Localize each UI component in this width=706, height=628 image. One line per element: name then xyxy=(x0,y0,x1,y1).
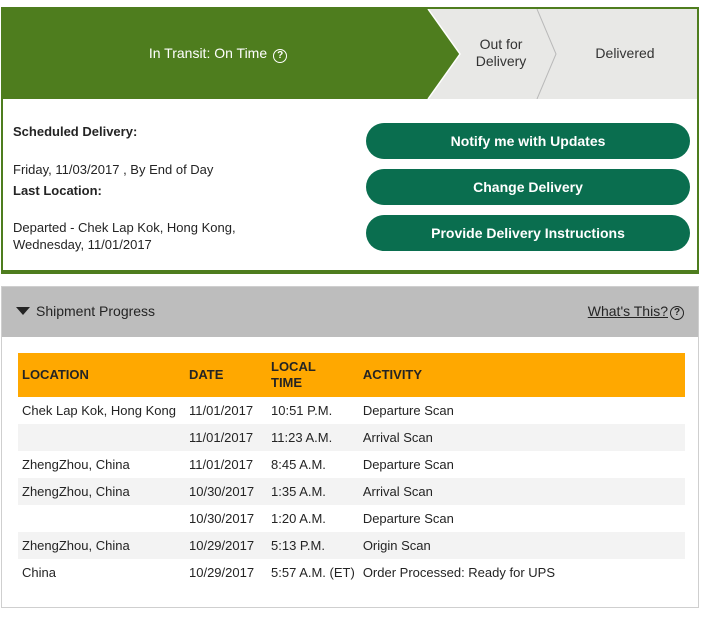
delivery-instructions-button[interactable]: Provide Delivery Instructions xyxy=(366,215,690,251)
table-row: ZhengZhou, China 11/01/2017 8:45 A.M. De… xyxy=(18,451,685,478)
row-date: 10/30/2017 xyxy=(185,478,267,505)
column-local-time-line1: LOCAL xyxy=(271,359,316,374)
row-location: ZhengZhou, China xyxy=(22,457,130,472)
row-date: 10/30/2017 xyxy=(189,511,255,526)
whats-this: What's This?? xyxy=(588,303,684,320)
row-time: 11:23 A.M. xyxy=(267,424,359,451)
row-time: 8:45 A.M. xyxy=(271,457,326,472)
row-location: Chek Lap Kok, Hong Kong xyxy=(22,403,176,418)
table-row: ZhengZhou, China 10/29/2017 5:13 P.M. Or… xyxy=(18,532,685,559)
caret-down-icon xyxy=(16,307,30,315)
step-out-for-delivery: Out for Delivery xyxy=(461,36,541,70)
help-icon[interactable]: ? xyxy=(670,306,684,320)
column-local-time: LOCAL TIME xyxy=(267,353,359,397)
column-local-time-line2: TIME xyxy=(271,375,303,390)
shipment-progress-panel: Shipment Progress What's This?? LOCATION… xyxy=(1,286,699,608)
step-out-line2: Delivery xyxy=(475,53,527,69)
row-date: 10/29/2017 xyxy=(189,565,255,580)
row-date: 11/01/2017 xyxy=(189,457,254,472)
last-location-label: Last Location: xyxy=(13,183,102,198)
change-delivery-button[interactable]: Change Delivery xyxy=(366,169,690,205)
row-activity: Departure Scan xyxy=(362,403,454,418)
delivery-status-card: In Transit: On Time? Out for Delivery De… xyxy=(1,7,699,274)
column-date: DATE xyxy=(185,353,267,397)
row-location xyxy=(18,424,185,451)
row-activity: Arrival Scan xyxy=(358,478,685,505)
step-in-transit: In Transit: On Time? xyxy=(3,45,433,63)
shipment-progress-table: LOCATION DATE LOCAL TIME ACTIVITY Chek L… xyxy=(18,353,685,586)
row-time: 5:13 P.M. xyxy=(267,532,359,559)
row-time: 1:35 A.M. xyxy=(267,478,359,505)
row-location xyxy=(18,505,185,532)
step-out-line1: Out for xyxy=(479,36,523,52)
row-activity: Order Processed: Ready for UPS xyxy=(362,565,556,580)
help-icon[interactable]: ? xyxy=(273,49,288,63)
table-row: Chek Lap Kok, Hong Kong 11/01/2017 10:51… xyxy=(18,397,685,424)
row-activity: Departure Scan xyxy=(362,457,454,472)
table-row: 10/30/2017 1:20 A.M. Departure Scan xyxy=(18,505,685,532)
row-time: 5:57 A.M. (ET) xyxy=(271,565,355,580)
scheduled-delivery-label: Scheduled Delivery: xyxy=(13,124,138,139)
scheduled-delivery-value: Friday, 11/03/2017 , By End of Day xyxy=(13,162,214,177)
row-location: ZhengZhou, China xyxy=(18,532,185,559)
row-location: China xyxy=(22,565,56,580)
row-time: 1:20 A.M. xyxy=(271,511,326,526)
row-activity: Arrival Scan xyxy=(358,424,685,451)
shipment-progress-header: Shipment Progress What's This?? xyxy=(2,287,698,337)
row-date: 11/01/2017 xyxy=(185,424,267,451)
table-row: ZhengZhou, China 10/30/2017 1:35 A.M. Ar… xyxy=(18,478,685,505)
column-activity: ACTIVITY xyxy=(358,353,685,397)
column-location: LOCATION xyxy=(18,353,185,397)
step-in-transit-label: In Transit: On Time xyxy=(148,45,268,61)
last-location-line2: Wednesday, 11/01/2017 xyxy=(13,237,152,252)
last-location-line1: Departed - Chek Lap Kok, Hong Kong, xyxy=(13,220,236,235)
row-activity: Origin Scan xyxy=(358,532,685,559)
row-date: 11/01/2017 xyxy=(189,403,254,418)
whats-this-link[interactable]: What's This? xyxy=(588,303,668,319)
shipment-progress-label: Shipment Progress xyxy=(36,303,156,319)
row-location: ZhengZhou, China xyxy=(18,478,185,505)
table-row: 11/01/2017 11:23 A.M. Arrival Scan xyxy=(18,424,685,451)
row-activity: Departure Scan xyxy=(362,511,454,526)
progress-tracker: In Transit: On Time? Out for Delivery De… xyxy=(3,9,697,99)
row-time: 10:51 P.M. xyxy=(271,403,333,418)
step-delivered: Delivered xyxy=(595,45,655,61)
shipment-progress-toggle[interactable]: Shipment Progress xyxy=(16,303,155,319)
table-row: China 10/29/2017 5:57 A.M. (ET) Order Pr… xyxy=(18,559,685,586)
row-date: 10/29/2017 xyxy=(185,532,267,559)
notify-updates-button[interactable]: Notify me with Updates xyxy=(366,123,690,159)
last-location-value: Departed - Chek Lap Kok, Hong Kong, Wedn… xyxy=(13,219,313,253)
table-header-row: LOCATION DATE LOCAL TIME ACTIVITY xyxy=(18,353,685,397)
